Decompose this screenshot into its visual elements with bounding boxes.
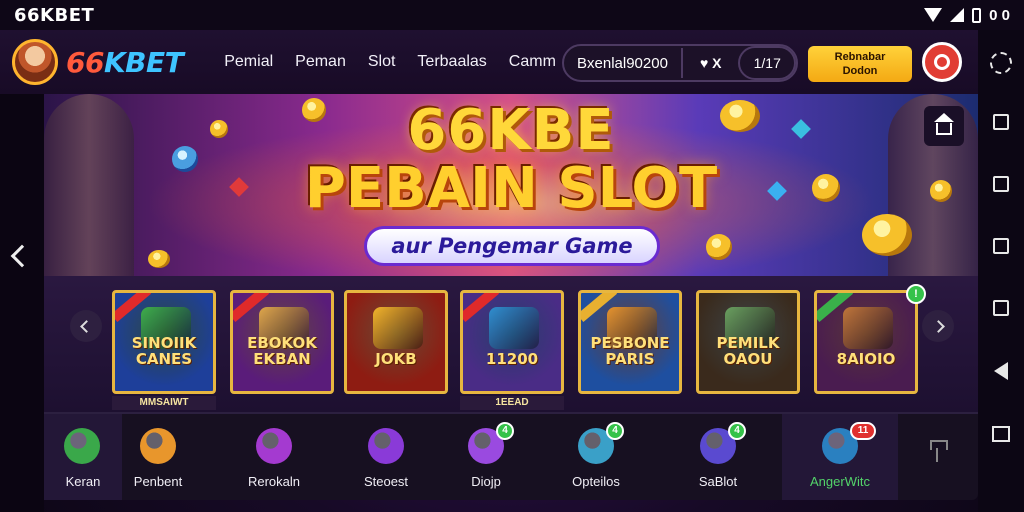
game-card-label: 11200: [485, 350, 539, 368]
user-icon: [934, 54, 950, 70]
game-card[interactable]: 11200: [460, 290, 564, 394]
square-icon-1[interactable]: [993, 114, 1009, 130]
nav-item-slot[interactable]: Slot: [357, 53, 407, 71]
system-side-nav: [978, 30, 1024, 512]
game-card-label: 8AIOIO: [836, 350, 896, 368]
hero-banner[interactable]: 66KBE PEBAIN SLOT aur Pengemar Game: [44, 94, 978, 276]
tab-steoest[interactable]: Steoest: [328, 414, 444, 500]
status-icons: 0 0: [924, 7, 1010, 24]
game-art: [373, 307, 423, 349]
balance-amount: Bxenlal90200: [577, 54, 668, 72]
chat-icon: [368, 428, 404, 464]
chevron-left-icon: [79, 319, 93, 333]
hero-ribbon: aur Pengemar Game: [364, 226, 660, 266]
hero-subtitle: PEBAIN SLOT: [304, 156, 718, 221]
favorites-button[interactable]: ♥ X: [683, 55, 739, 71]
game-card-tag: 1EEAD: [460, 396, 564, 410]
carousel-next-button[interactable]: [922, 310, 954, 342]
balance-pill[interactable]: Bxenlal90200 ♥ X 1/17: [562, 44, 798, 82]
nav-item-peman[interactable]: Peman: [284, 53, 357, 71]
brand-logo-text: KBET: [103, 45, 184, 79]
tab-penbent[interactable]: Penbent: [100, 414, 216, 500]
tab-label: Opteilos: [572, 474, 620, 489]
home-icon: [934, 113, 954, 135]
chevron-right-icon: [931, 319, 945, 333]
nav-item-pemial[interactable]: Pemial: [213, 53, 284, 71]
game-card[interactable]: EBOKOK EKBAN: [230, 290, 334, 394]
register-button[interactable]: Rebnabar Dodon: [808, 46, 912, 82]
register-button-line2: Dodon: [842, 65, 878, 77]
signal-icon: [950, 8, 965, 22]
main-nav: Pemial Peman Slot Terbaalas Camm: [213, 53, 567, 71]
nav-item-terbaalas[interactable]: Terbaalas: [406, 53, 497, 71]
game-card[interactable]: SINOIIK CANES: [112, 290, 216, 394]
game-card[interactable]: PEMILK OAOU: [696, 290, 800, 394]
square-icon-4[interactable]: [993, 300, 1009, 316]
tab-angerwitc[interactable]: 11 AngerWitc: [782, 414, 898, 500]
home-button[interactable]: [924, 106, 964, 146]
tab-badge: 4: [606, 422, 624, 440]
game-art: [489, 307, 539, 349]
game-card-tag: MMSAIWT: [112, 396, 216, 410]
battery-icon: [972, 7, 982, 23]
game-card-label: JOKB: [375, 350, 417, 368]
treasure-chest-icon: [140, 428, 176, 464]
profile-button[interactable]: [922, 42, 962, 82]
carousel-prev-button[interactable]: [70, 310, 102, 342]
tab-label: Steoest: [363, 474, 409, 489]
nav-item-camm[interactable]: Camm: [498, 53, 567, 71]
game-card[interactable]: 8AIOIO: [814, 290, 918, 394]
game-card[interactable]: PESBONE PARIS: [578, 290, 682, 394]
square-icon-2[interactable]: [993, 176, 1009, 192]
status-time: 0 0: [989, 6, 1010, 24]
status-bar: 66KBET 0 0: [0, 0, 1024, 30]
coin-icon: [148, 250, 170, 268]
status-app-title: 66KBET: [14, 4, 95, 26]
location-pin-icon: [256, 428, 292, 464]
back-triangle-icon[interactable]: [994, 362, 1008, 380]
tab-label: Diojp: [471, 474, 501, 489]
coin-icon: [706, 234, 732, 260]
tab-badge: 11: [850, 422, 876, 440]
logo-avatar-icon[interactable]: [12, 39, 58, 85]
register-button-line1: Rebnabar: [834, 51, 886, 63]
tab-label: AngerWitc: [810, 474, 870, 489]
brand-logo[interactable]: 66KBET: [66, 45, 184, 79]
game-card-label: SINOIIK CANES: [131, 334, 197, 368]
pin-icon[interactable]: [928, 440, 948, 464]
tab-label: Penbent: [133, 474, 183, 489]
bottom-tab-bar: Keran Penbent Rerokaln Steoest 4 Diojp 4 Opteil…: [44, 412, 978, 500]
recent-apps-icon[interactable]: [992, 426, 1010, 442]
hero-title: 66KBE: [407, 98, 615, 163]
tab-label: Rerokaln: [247, 474, 301, 489]
tab-opteilos[interactable]: 4 Opteilos: [538, 414, 654, 500]
tab-badge: 4: [496, 422, 514, 440]
brand-logo-number: 66: [66, 45, 104, 79]
game-card-label: PEMILK OAOU: [716, 334, 780, 368]
page-count-button[interactable]: 1/17: [738, 46, 796, 80]
tab-rerokaln[interactable]: Rerokaln: [216, 414, 332, 500]
game-card-label: PESBONE PARIS: [590, 334, 670, 368]
wifi-icon: [924, 8, 943, 22]
game-card[interactable]: JOKB: [344, 290, 448, 394]
tab-diojp[interactable]: 4 Diojp: [428, 414, 544, 500]
left-edge: [0, 94, 44, 512]
gear-icon[interactable]: [990, 52, 1012, 74]
tab-badge: 4: [728, 422, 746, 440]
app-root: 66KBET 0 0 66KBET Pemial Peman Slot Terb…: [0, 0, 1024, 512]
top-header: 66KBET Pemial Peman Slot Terbaalas Camm …: [0, 30, 978, 94]
game-carousel: SINOIIK CANES MMSAIWT EBOKOK EKBAN JOKB …: [44, 276, 978, 412]
game-card-label: EBOKOK EKBAN: [247, 334, 317, 368]
game-art: [843, 307, 893, 349]
tab-sablot[interactable]: 4 SaBlot: [660, 414, 776, 500]
tab-label: SaBlot: [698, 474, 738, 489]
user-plus-icon: [64, 428, 100, 464]
notification-badge: !: [906, 284, 926, 304]
square-icon-3[interactable]: [993, 238, 1009, 254]
